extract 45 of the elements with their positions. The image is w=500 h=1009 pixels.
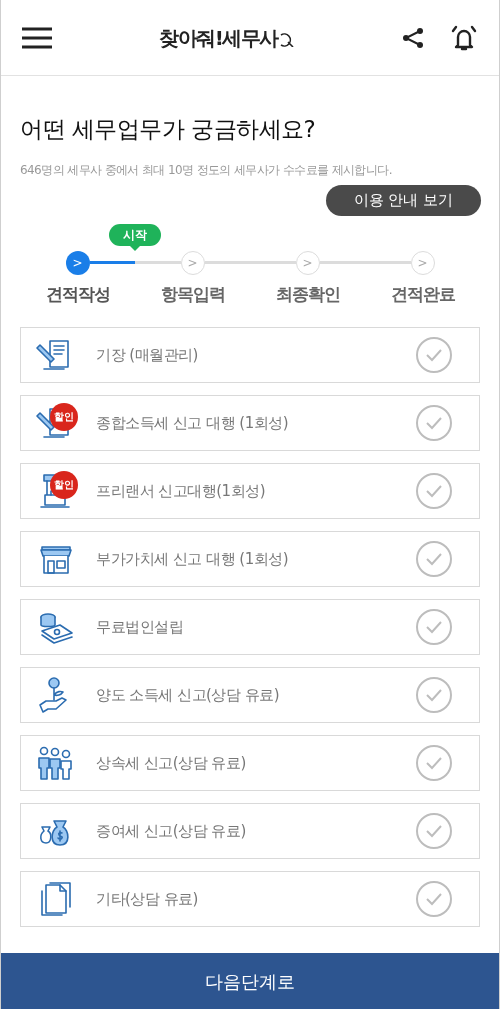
share-icon[interactable] <box>401 25 425 50</box>
step-marker: > <box>295 250 320 275</box>
service-option[interactable]: 증여세 신고(상담 유료) <box>20 803 480 859</box>
service-label: 상속세 신고(상담 유료) <box>96 752 247 774</box>
step-label: 견적작성 <box>45 282 110 306</box>
service-label: 기장 (매월관리) <box>96 344 199 366</box>
step-label: 항목입력 <box>160 282 225 306</box>
page-heading: 어떤 세무업무가 궁금하세요? <box>20 115 317 144</box>
discount-badge: 할인 <box>50 471 78 499</box>
service-option[interactable]: 할인 종합소득세 신고 대행 (1회성) <box>20 395 480 451</box>
next-step-button[interactable]: 다음단계로 <box>1 953 499 1009</box>
service-option[interactable]: 부가가치세 신고 대행 (1회성) <box>20 531 480 587</box>
checkmark-icon <box>425 892 443 906</box>
service-label: 무료법인설립 <box>96 616 184 638</box>
service-option[interactable]: 기타(상담 유료) <box>20 871 480 927</box>
service-option[interactable]: 할인 프리랜서 신고대행(1회성) <box>20 463 480 519</box>
service-label: 프리랜서 신고대행(1회성) <box>96 480 266 502</box>
service-label: 종합소득세 신고 대행 (1회성) <box>96 412 290 434</box>
step-marker: > <box>180 250 205 275</box>
service-label: 부가가치세 신고 대행 (1회성) <box>96 548 290 570</box>
service-label: 양도 소득세 신고(상담 유료) <box>96 684 280 706</box>
checkmark-icon <box>425 756 443 770</box>
app-logo: 찾아줘!세무사 <box>159 24 278 52</box>
menu-icon[interactable] <box>21 25 53 50</box>
step-marker: > <box>65 250 90 275</box>
usage-guide-button[interactable]: 이용 안내 보기 <box>326 184 481 216</box>
checkmark-icon <box>425 416 443 430</box>
checkmark-icon <box>425 552 443 566</box>
service-label: 기타(상담 유료) <box>96 888 199 910</box>
service-label: 증여세 신고(상담 유료) <box>96 820 247 842</box>
discount-badge: 할인 <box>50 403 78 431</box>
page-subtitle: 646명의 세무사 중에서 최대 10명 정도의 세무사가 수수료를 제시합니다. <box>20 161 393 179</box>
checkmark-icon <box>425 348 443 362</box>
service-option[interactable]: 양도 소득세 신고(상담 유료) <box>20 667 480 723</box>
service-option[interactable]: 상속세 신고(상담 유료) <box>20 735 480 791</box>
step-marker: > <box>410 250 435 275</box>
checkmark-icon <box>425 824 443 838</box>
magnifier-mark-icon <box>278 32 295 47</box>
checkmark-icon <box>425 484 443 498</box>
checkmark-icon <box>425 688 443 702</box>
service-option[interactable]: 무료법인설립 <box>20 599 480 655</box>
step-label: 견적완료 <box>390 282 455 306</box>
step-label: 최종확인 <box>275 282 340 306</box>
service-option[interactable]: 기장 (매월관리) <box>20 327 480 383</box>
checkmark-icon <box>425 620 443 634</box>
